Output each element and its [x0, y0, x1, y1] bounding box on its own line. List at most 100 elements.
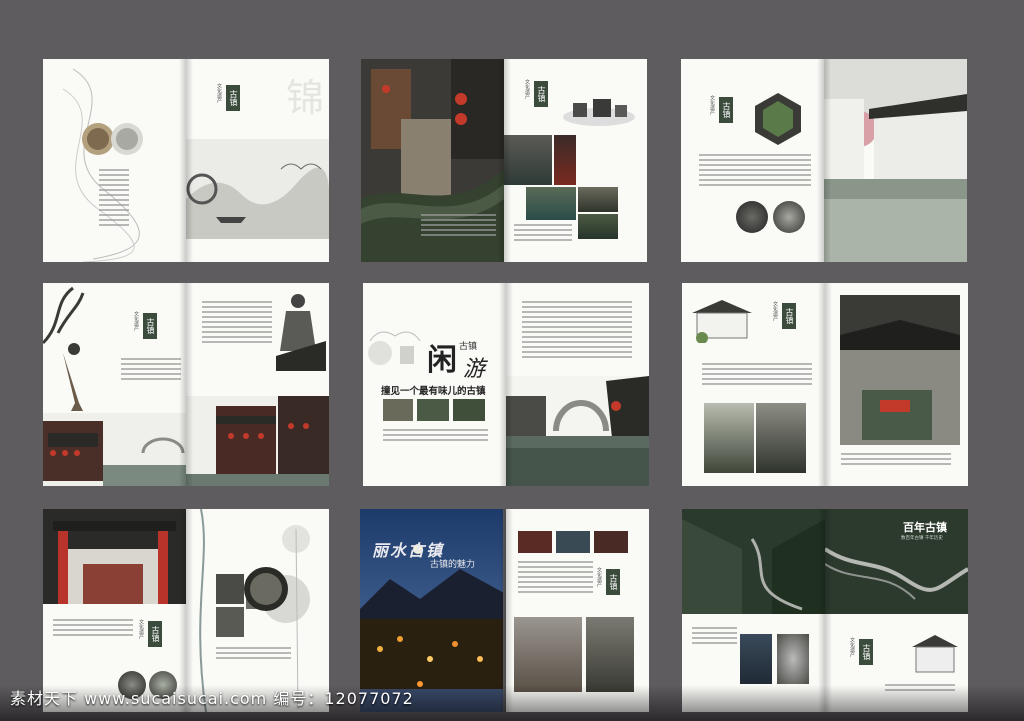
seal-caption: 文化遗产: [772, 301, 778, 321]
brochure-spread-7: 古镇 文化遗产: [43, 509, 329, 712]
brochure-spread-5: 闲 古镇 游 撞见一个最有味儿的古镇: [363, 283, 649, 486]
green-alley-photo: [682, 509, 825, 614]
seal-caption: 文化遗产: [138, 619, 144, 639]
lotus-ink-art: [199, 509, 310, 712]
opera-figure-art: [276, 294, 326, 371]
brochure-spread-6: 古镇 文化遗产: [682, 283, 968, 486]
spread-9-left-page: [682, 509, 825, 712]
river-photo: [526, 187, 576, 220]
round-photo-1: [736, 201, 768, 233]
thumb-photo-1: [383, 399, 413, 421]
strip-photo-1: [518, 531, 552, 553]
seal-stamp: 古镇: [534, 81, 548, 107]
headline-subtext: 数百年古镇 千年历史: [901, 536, 943, 541]
title-character-xian: 闲: [427, 343, 457, 378]
spread-5-left-page: 闲 古镇 游 撞见一个最有味儿的古镇: [363, 283, 506, 486]
headline: 百年古镇: [903, 521, 947, 534]
spread-5-right-page: [506, 283, 649, 486]
alley-photo: [514, 617, 582, 692]
spread-8-right-page: 古镇 文化遗产: [506, 509, 649, 712]
seal-caption: 文化遗产: [133, 311, 139, 331]
ink-pavilion-art: [368, 331, 421, 365]
seal-stamp: 古镇: [606, 569, 620, 595]
seal-stamp: 古镇: [148, 621, 162, 647]
canal-photo: [504, 135, 552, 185]
body-text-block: [692, 627, 737, 647]
subtitle: 撞见一个最有味儿的古镇: [381, 386, 486, 397]
body-text-block: [841, 453, 951, 468]
body-text-block: [514, 224, 572, 244]
spread-2-right-page: 古镇 文化遗产: [504, 59, 647, 262]
seal-caption: 文化遗产: [596, 567, 602, 587]
smoke-swirl-art: [62, 68, 143, 262]
lantern-photo: [554, 135, 576, 185]
seal-stamp: 古镇: [782, 303, 796, 329]
garden-photo: [578, 214, 618, 239]
seal-stamp: 古镇: [719, 97, 733, 123]
thumb-photo-3: [453, 399, 485, 421]
title-character-you: 游: [463, 357, 486, 382]
body-text-block: [383, 429, 488, 444]
seal-caption: 文化遗产: [849, 637, 855, 657]
spread-4-left-page: 古镇 文化遗产: [43, 283, 186, 486]
archway-photo: [740, 634, 772, 684]
body-text-block: [216, 647, 291, 662]
seal-stamp: 古镇: [143, 313, 157, 339]
body-text-block: [421, 214, 496, 239]
brochure-spread-2: 古镇 文化遗产: [361, 59, 647, 262]
thumb-photo-2: [417, 399, 449, 421]
calligraphy-watermark: 锦: [286, 76, 325, 120]
red-gate-photo: [43, 509, 186, 604]
ink-landscape-image: [186, 139, 329, 239]
ink-house-art: [692, 300, 752, 343]
brochure-spread-9: 百年古镇 数百年古镇 千年历史 古镇 文化遗产: [682, 509, 968, 712]
cover-subtitle: 古镇的魅力: [430, 560, 476, 570]
spread-1-left-page: [43, 59, 186, 262]
stone-bridge-photo: [506, 376, 649, 486]
brochure-spread-8: 丽水古镇 古镇的魅力 古镇 文化遗产: [360, 509, 649, 712]
house-photo: [578, 187, 618, 212]
spread-1-right-page: 锦 古镇 文化遗产: [186, 59, 329, 262]
cat-photo: [586, 617, 634, 692]
body-text-block: [518, 561, 593, 596]
strip-photo-2: [556, 531, 590, 553]
body-text-block: [121, 358, 181, 383]
brochure-spread-1: 锦 古镇 文化遗产: [43, 59, 329, 262]
spread-2-left-page: [361, 59, 504, 262]
watermark-text: 素材天下 www.sucaisucai.com 编号：12077072: [10, 689, 414, 708]
strip-photo-3: [594, 531, 628, 553]
teapot-photo: [563, 99, 635, 126]
spread-3-left-page: 古镇 文化遗产: [681, 59, 824, 262]
body-text-block: [202, 301, 272, 346]
spread-9-right-page: 百年古镇 数百年古镇 千年历史 古镇 文化遗产: [825, 509, 968, 712]
ink-house-art: [912, 635, 958, 673]
body-text-block: [99, 169, 129, 229]
hexagon-window-photo: [755, 93, 801, 145]
spread-7-right-page: [186, 509, 329, 712]
spread-7-left-page: 古镇 文化遗产: [43, 509, 186, 712]
ancient-street-photo: [186, 396, 329, 486]
village-photo-2: [756, 403, 806, 473]
seal-caption: 文化遗产: [216, 83, 222, 103]
body-text-block: [522, 301, 632, 361]
spread-6-left-page: 古镇 文化遗产: [682, 283, 825, 486]
body-text-block: [702, 363, 812, 388]
body-text-block: [53, 619, 133, 639]
seal-stamp: 古镇: [226, 85, 240, 111]
village-photo-1: [704, 403, 754, 473]
door-ornament-photo: [777, 634, 809, 684]
ink-tree-art: [43, 286, 186, 486]
seal-stamp: 古镇: [859, 639, 873, 665]
seal-caption: 文化遗产: [709, 95, 715, 115]
spread-6-right-page: [825, 283, 968, 486]
body-text-block: [699, 154, 811, 189]
spread-8-left-page: 丽水古镇 古镇的魅力: [360, 509, 503, 712]
seal-caption: 文化遗产: [524, 79, 530, 99]
courtyard-house-photo: [840, 295, 960, 445]
huizhou-village-photo: [824, 59, 967, 262]
round-photo-2: [773, 201, 805, 233]
spread-4-right-page: [186, 283, 329, 486]
spread-3-right-page: [824, 59, 967, 262]
brochure-spread-3: 古镇 文化遗产: [681, 59, 967, 262]
brochure-spread-4: 古镇 文化遗产: [43, 283, 329, 486]
